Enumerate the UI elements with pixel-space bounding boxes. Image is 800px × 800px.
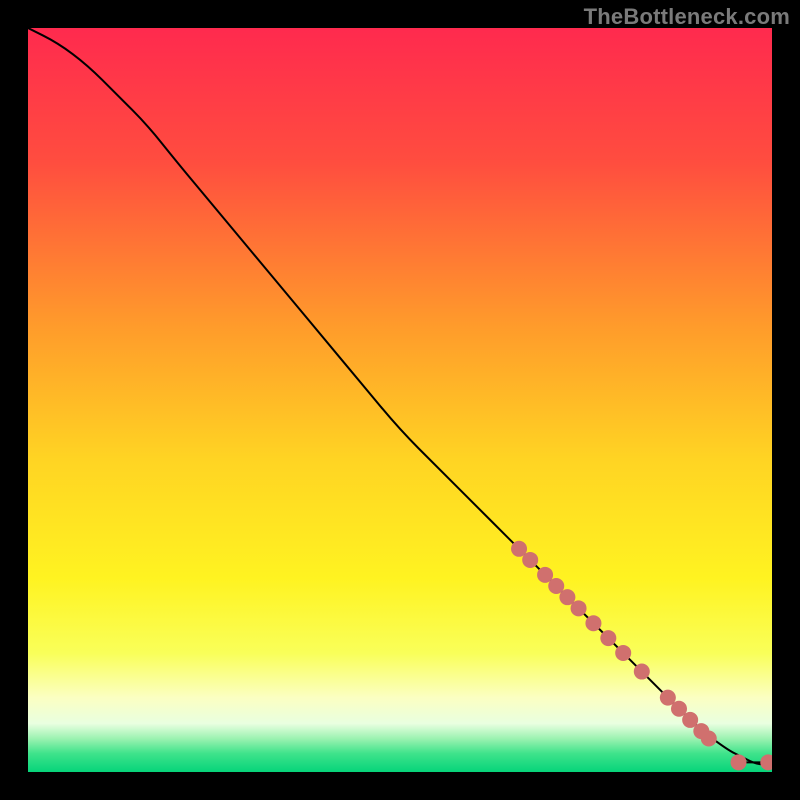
curve-path xyxy=(28,28,772,765)
plot-area xyxy=(28,28,772,772)
data-dot xyxy=(585,615,601,631)
watermark-text: TheBottleneck.com xyxy=(584,4,790,30)
data-dot xyxy=(634,664,650,680)
data-dot xyxy=(760,754,772,770)
curve-layer xyxy=(28,28,772,765)
data-dot xyxy=(731,754,747,770)
chart-stage: TheBottleneck.com xyxy=(0,0,800,800)
data-dot xyxy=(701,731,717,747)
data-dot xyxy=(615,645,631,661)
dots-layer xyxy=(511,541,772,771)
data-dot xyxy=(522,552,538,568)
plot-overlay xyxy=(28,28,772,772)
data-dot xyxy=(571,600,587,616)
data-dot xyxy=(600,630,616,646)
